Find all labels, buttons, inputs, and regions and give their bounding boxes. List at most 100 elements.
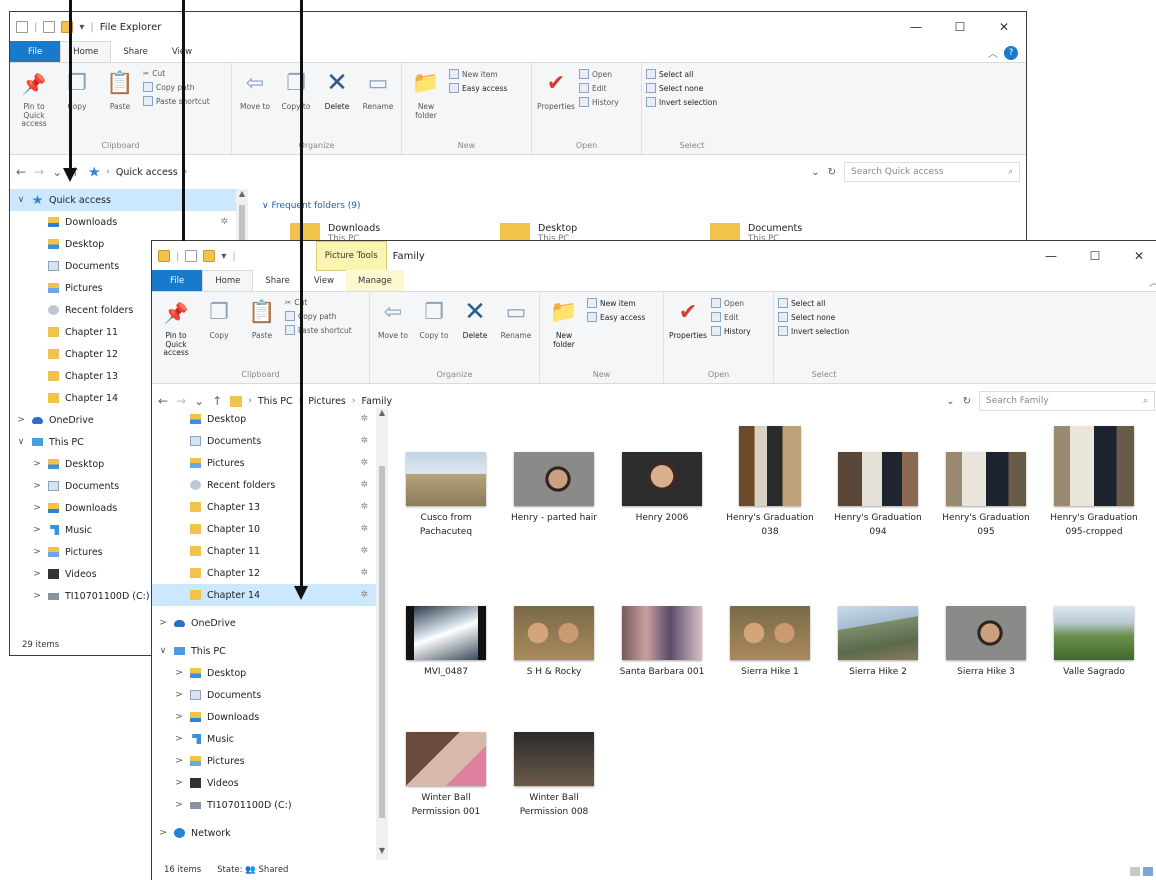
- close-button[interactable]: ✕: [1117, 241, 1156, 271]
- recent-locations-icon[interactable]: ⌄: [194, 394, 204, 408]
- expand-chevron-icon[interactable]: >: [32, 481, 42, 491]
- maximize-button[interactable]: ☐: [938, 12, 982, 42]
- nav-item[interactable]: > Music: [152, 728, 376, 750]
- expand-chevron-icon[interactable]: >: [32, 525, 42, 535]
- back-arrow-icon[interactable]: ←: [16, 165, 26, 179]
- expand-chevron-icon[interactable]: >: [174, 800, 184, 810]
- expand-chevron-icon[interactable]: >: [32, 503, 42, 513]
- help-icon[interactable]: ?: [1004, 45, 1018, 60]
- nav-item[interactable]: > Downloads: [152, 706, 376, 728]
- minimize-button[interactable]: —: [1029, 241, 1073, 271]
- file-item[interactable]: Winter Ball Permission 008: [504, 732, 604, 819]
- qa-dropdown-icon[interactable]: ▾: [79, 22, 84, 33]
- edit-button[interactable]: Edit: [711, 312, 751, 322]
- breadcrumb-quick-access[interactable]: Quick access: [116, 167, 178, 178]
- collapse-chevron-icon[interactable]: ∨: [158, 646, 168, 656]
- expand-chevron-icon[interactable]: >: [174, 734, 184, 744]
- file-item[interactable]: S H & Rocky: [504, 606, 604, 680]
- back-arrow-icon[interactable]: ←: [158, 394, 168, 408]
- properties-qa-icon[interactable]: [185, 250, 198, 262]
- pin-icon[interactable]: ✲: [360, 590, 368, 600]
- open-button[interactable]: Open: [579, 69, 619, 79]
- collapse-ribbon-icon[interactable]: ︿: [988, 45, 998, 60]
- tab-manage[interactable]: Manage: [346, 270, 404, 291]
- nav-item[interactable]: Desktop ✲: [152, 408, 376, 430]
- tab-file[interactable]: File: [152, 270, 203, 291]
- edit-button[interactable]: Edit: [579, 83, 619, 93]
- expand-chevron-icon[interactable]: >: [158, 618, 168, 628]
- forward-arrow-icon[interactable]: →: [176, 394, 186, 408]
- file-item[interactable]: Sierra Hike 3: [936, 606, 1036, 680]
- open-button[interactable]: Open: [711, 298, 751, 308]
- tab-view[interactable]: View: [302, 270, 346, 291]
- nav-scrollbar[interactable]: ▲ ▼: [376, 408, 388, 860]
- qa-dropdown-icon[interactable]: ▾: [221, 251, 226, 262]
- paste-shortcut-button[interactable]: Paste shortcut: [285, 325, 352, 335]
- breadcrumb-pictures[interactable]: Pictures: [308, 396, 346, 407]
- nav-item[interactable]: > Videos: [152, 772, 376, 794]
- expand-chevron-icon[interactable]: >: [32, 459, 42, 469]
- nav-item[interactable]: > Network: [152, 822, 376, 844]
- nav-item[interactable]: > TI10701100D (C:): [152, 794, 376, 816]
- nav-item[interactable]: Chapter 12 ✲: [152, 562, 376, 584]
- nav-item[interactable]: Chapter 10 ✲: [152, 518, 376, 540]
- search-input[interactable]: Search Quick access ⌕: [844, 162, 1020, 182]
- file-item[interactable]: Henry's Graduation 095: [936, 452, 1036, 539]
- explorer-app-icon[interactable]: [16, 21, 28, 33]
- properties-qa-icon[interactable]: [43, 21, 56, 33]
- address-dropdown-icon[interactable]: ⌄: [946, 396, 954, 407]
- tab-file[interactable]: File: [10, 41, 61, 62]
- collapse-ribbon-icon[interactable]: ︿: [1149, 274, 1156, 289]
- file-item[interactable]: Sierra Hike 1: [720, 606, 820, 680]
- nav-item[interactable]: Chapter 14 ✲: [152, 584, 376, 606]
- forward-arrow-icon[interactable]: →: [34, 165, 44, 179]
- expand-chevron-icon[interactable]: >: [174, 712, 184, 722]
- tab-share[interactable]: Share: [111, 41, 160, 62]
- file-item[interactable]: Henry 2006: [612, 452, 712, 526]
- nav-item[interactable]: > Documents: [152, 684, 376, 706]
- pin-icon[interactable]: ✲: [360, 480, 368, 490]
- breadcrumb[interactable]: › This PC › Pictures › Family: [230, 395, 938, 407]
- nav-item[interactable]: Downloads ✲: [10, 211, 236, 233]
- new-item-button[interactable]: New item: [587, 298, 645, 308]
- expand-chevron-icon[interactable]: >: [16, 415, 26, 425]
- file-item[interactable]: Henry's Graduation 038: [720, 426, 820, 539]
- tab-share[interactable]: Share: [253, 270, 302, 291]
- history-button[interactable]: History: [579, 97, 619, 107]
- recent-locations-icon[interactable]: ⌄: [52, 165, 62, 179]
- nav-item[interactable]: > Desktop: [152, 662, 376, 684]
- pin-icon[interactable]: ✲: [360, 458, 368, 468]
- history-button[interactable]: History: [711, 326, 751, 336]
- expand-chevron-icon[interactable]: >: [174, 690, 184, 700]
- expand-chevron-icon[interactable]: >: [174, 778, 184, 788]
- minimize-button[interactable]: —: [894, 12, 938, 42]
- copy-path-button[interactable]: Copy path: [143, 82, 210, 92]
- select-none-button[interactable]: Select none: [778, 312, 849, 322]
- nav-item[interactable]: Recent folders ✲: [152, 474, 376, 496]
- expand-chevron-icon[interactable]: >: [174, 668, 184, 678]
- large-icons-view-icon[interactable]: [1143, 867, 1153, 876]
- easy-access-button[interactable]: Easy access: [587, 312, 645, 322]
- tab-home[interactable]: Home: [202, 270, 254, 291]
- expand-chevron-icon[interactable]: >: [32, 547, 42, 557]
- cut-button[interactable]: ✂Cut: [285, 298, 352, 307]
- nav-item[interactable]: Pictures ✲: [152, 452, 376, 474]
- file-item[interactable]: MVI_0487: [396, 606, 496, 680]
- pin-icon[interactable]: ✲: [220, 217, 228, 227]
- pin-icon[interactable]: ✲: [360, 502, 368, 512]
- paste-shortcut-button[interactable]: Paste shortcut: [143, 96, 210, 106]
- breadcrumb-this-pc[interactable]: This PC: [258, 396, 293, 407]
- up-arrow-icon[interactable]: ↑: [212, 394, 222, 408]
- select-all-button[interactable]: Select all: [778, 298, 849, 308]
- file-item[interactable]: Winter Ball Permission 001: [396, 732, 496, 819]
- invert-selection-button[interactable]: Invert selection: [646, 97, 717, 107]
- file-item[interactable]: Henry's Graduation 095-cropped: [1044, 426, 1144, 539]
- collapse-chevron-icon[interactable]: ∨: [16, 437, 26, 447]
- pin-icon[interactable]: ✲: [360, 436, 368, 446]
- breadcrumb[interactable]: › Quick access ›: [88, 166, 803, 178]
- refresh-icon[interactable]: ↻: [828, 167, 836, 178]
- details-view-icon[interactable]: [1130, 867, 1140, 876]
- easy-access-button[interactable]: Easy access: [449, 83, 507, 93]
- file-item[interactable]: Sierra Hike 2: [828, 606, 928, 680]
- tab-home[interactable]: Home: [60, 41, 112, 62]
